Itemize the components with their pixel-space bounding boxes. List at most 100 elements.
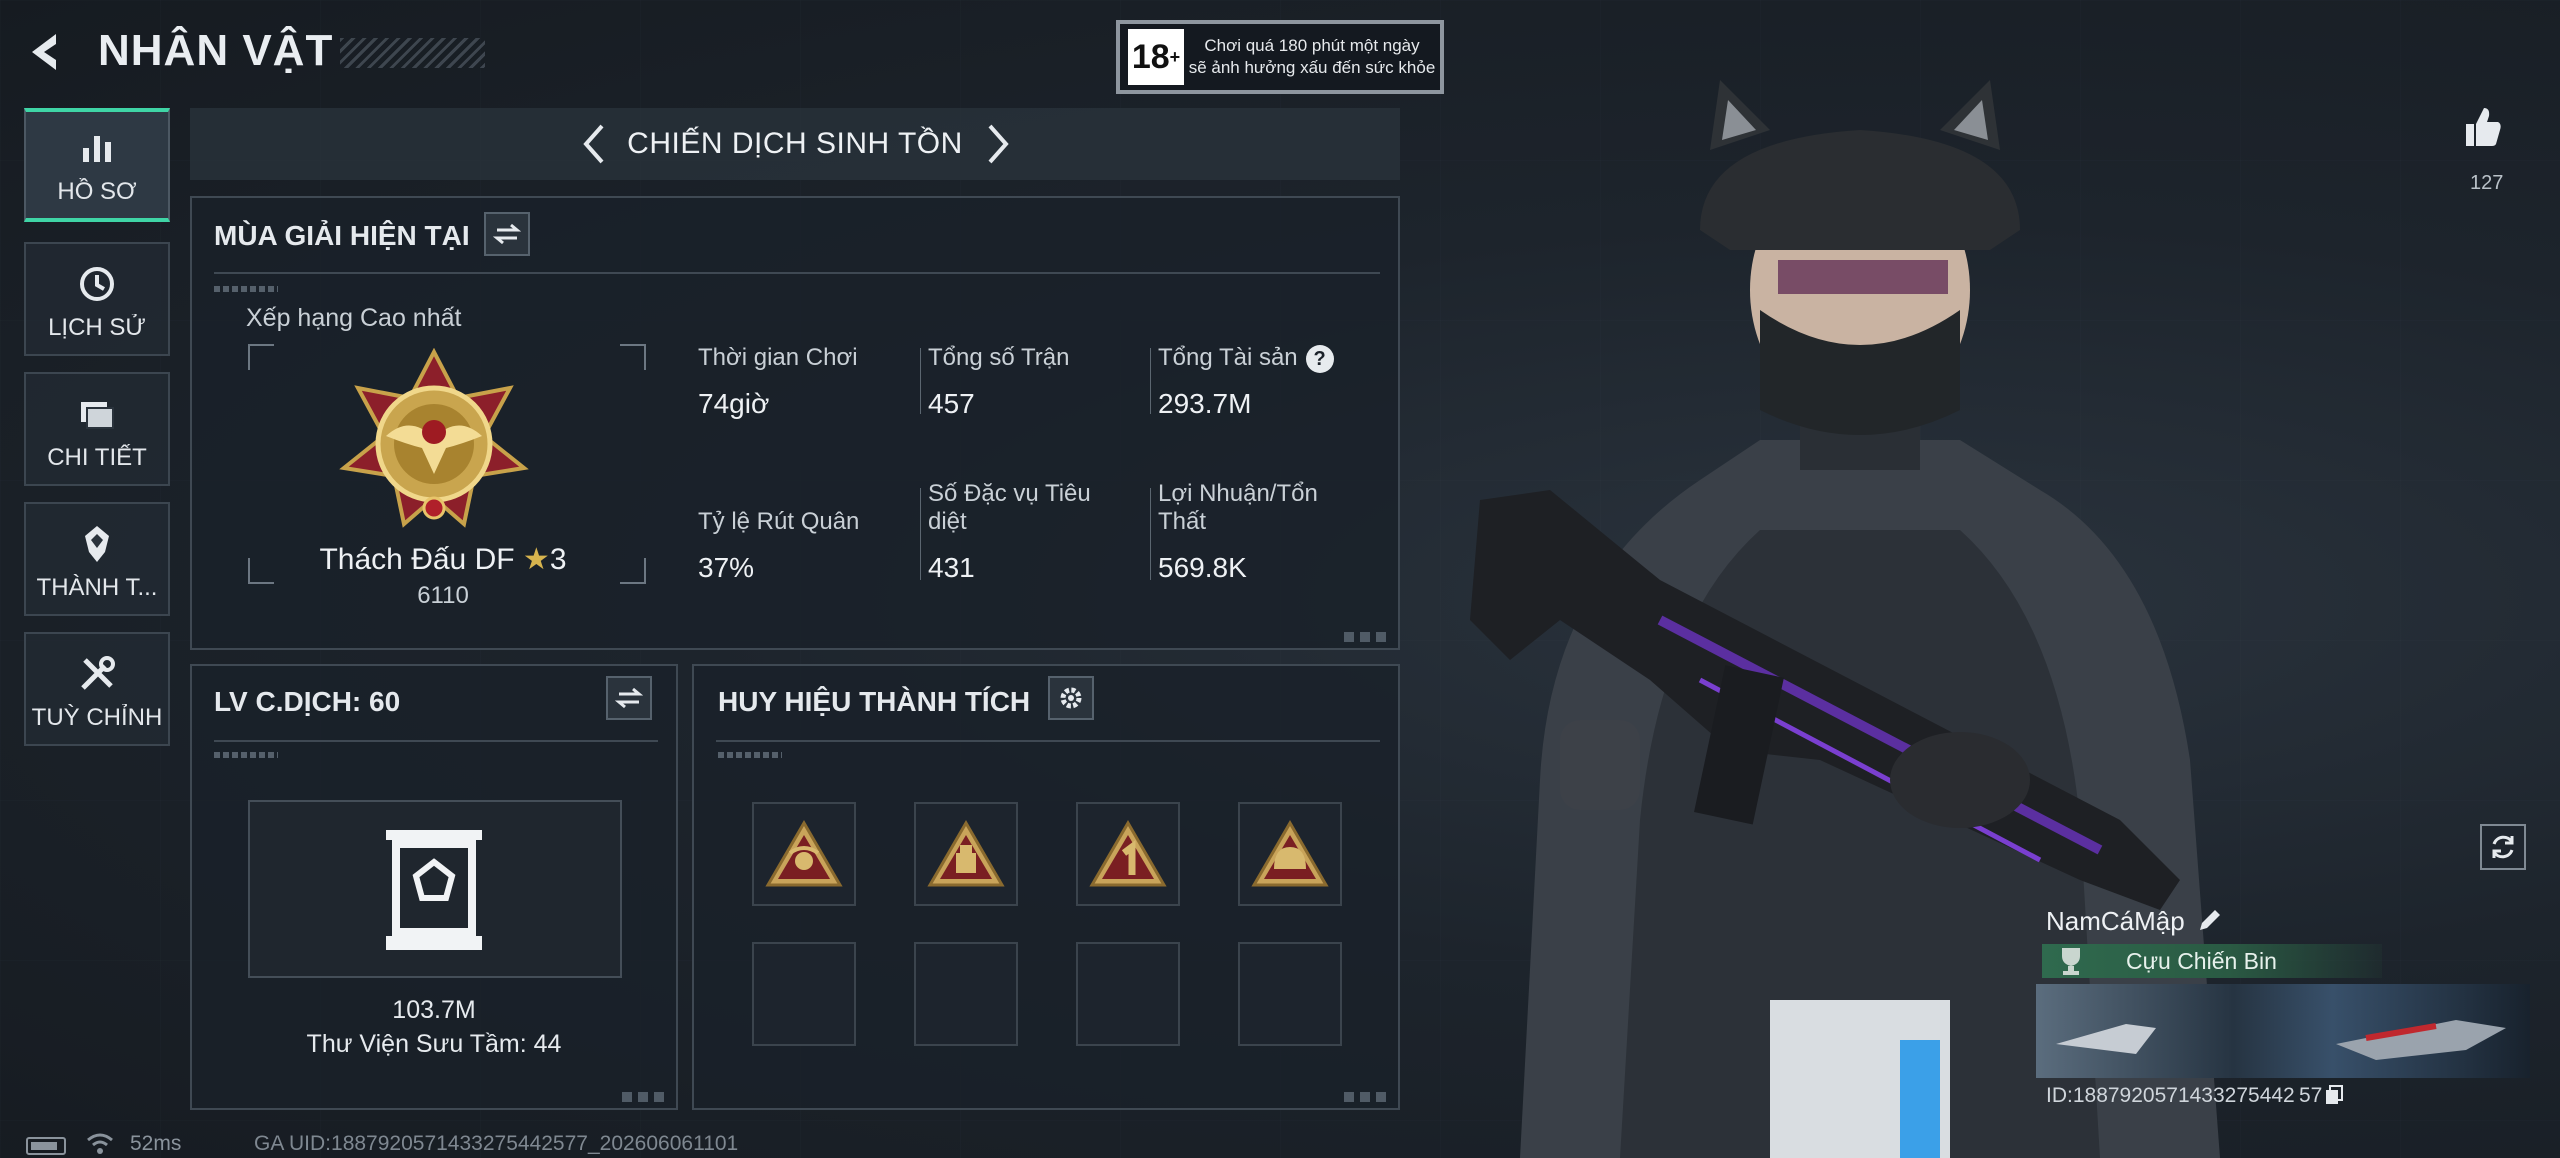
swap-icon	[493, 223, 521, 245]
decoration	[1344, 1092, 1390, 1102]
level-swap-button[interactable]	[606, 676, 652, 720]
frame-corner	[248, 344, 274, 370]
collection-display[interactable]	[248, 800, 622, 978]
ping-value: 52ms	[130, 1132, 182, 1155]
nav-history-label: LỊCH SỬ	[48, 314, 146, 341]
season-heading: MÙA GIẢI HIỆN TẠI	[214, 220, 470, 251]
nav-achievements[interactable]: THÀNH T...	[24, 502, 170, 616]
frame-corner	[248, 558, 274, 584]
swap-icon	[615, 687, 643, 709]
stat-value: 431	[928, 552, 975, 583]
badges-settings-button[interactable]	[1048, 676, 1094, 720]
nav-customize[interactable]: TUỲ CHỈNH	[24, 632, 170, 746]
next-mode-icon[interactable]	[974, 122, 1018, 166]
nav-customize-label: TUỲ CHỈNH	[31, 704, 163, 731]
title-text: Cựu Chiến Bin	[2126, 947, 2277, 974]
badge-helmet-icon	[1251, 820, 1329, 887]
badge-box-icon	[927, 820, 1005, 887]
divider	[1150, 348, 1151, 414]
frame-corner	[620, 344, 646, 370]
stat-label: Tổng số Trận	[928, 344, 1070, 371]
divider	[214, 740, 658, 742]
divider	[214, 272, 1380, 274]
copy-icon[interactable]	[2324, 1084, 2344, 1106]
badges-panel: HUY HIỆU THÀNH TÍCH	[692, 664, 1400, 1110]
stat-label: Số Đặc vụ Tiêu diệt	[928, 480, 1091, 535]
divider	[920, 488, 921, 580]
divider	[1150, 488, 1151, 580]
badge-slot[interactable]	[914, 802, 1018, 906]
badges-heading: HUY HIỆU THÀNH TÍCH	[718, 686, 1031, 717]
badge-award-icon	[765, 820, 843, 887]
refresh-icon	[2492, 835, 2514, 859]
rank-name: Thách Đấu DF	[319, 543, 515, 576]
like-count: 127	[2470, 172, 2504, 194]
nav-profile[interactable]: HỒ SƠ	[24, 108, 170, 222]
nav-history[interactable]: LỊCH SỬ	[24, 242, 170, 356]
nav-achievements-label: THÀNH T...	[36, 574, 158, 601]
rank-points: 6110	[417, 582, 469, 609]
stat-label: Tỷ lệ Rút Quân	[698, 508, 860, 535]
divider	[920, 348, 921, 414]
collection-count: Thư Viện Sưu Tầm: 44	[306, 1030, 562, 1058]
stat-value: 74giờ	[698, 388, 770, 419]
history-icon	[80, 267, 114, 301]
player-uid: ID:1887920571433275442 57	[2046, 1084, 2323, 1107]
player-name: NamCáMập	[2046, 906, 2185, 936]
decoration	[214, 752, 278, 758]
rank-name-row: Thách Đấu DF ★3	[278, 542, 608, 577]
prev-mode-icon[interactable]	[574, 122, 618, 166]
badge-slot-empty[interactable]	[914, 942, 1018, 1046]
star-icon: ★	[522, 543, 550, 576]
decoration	[214, 286, 278, 292]
stat-value: 293.7M	[1158, 388, 1252, 419]
gear-icon	[1060, 687, 1082, 709]
ga-uid: GA UID:1887920571433275442577_2026060611…	[254, 1132, 739, 1155]
page-title: NHÂN VẬT	[98, 26, 334, 75]
season-swap-button[interactable]	[484, 212, 530, 256]
stat-value: 37%	[698, 552, 755, 583]
rank-stars: 3	[549, 543, 567, 576]
badge-slot[interactable]	[1076, 802, 1180, 906]
badge-slot-empty[interactable]	[1076, 942, 1180, 1046]
level-panel: LV C.DỊCH: 60 103.7M Thư Viện Sưu Tầm: 4…	[190, 664, 678, 1110]
badge-slot-empty[interactable]	[752, 942, 856, 1046]
thumbs-up-icon[interactable]	[2462, 104, 2502, 148]
rotate-button[interactable]	[2480, 824, 2526, 870]
decoration	[718, 752, 782, 758]
best-rank-label: Xếp hạng Cao nhất	[246, 304, 462, 332]
tools-icon	[81, 656, 115, 690]
rank-emblem-icon	[339, 348, 529, 528]
edit-pencil-icon[interactable]	[2196, 906, 2224, 934]
title-decoration	[340, 38, 485, 68]
nav-details[interactable]: CHI TIẾT	[24, 372, 170, 486]
nav-profile-label: HỒ SƠ	[57, 178, 137, 205]
help-icon[interactable]: ?	[1305, 344, 1334, 373]
season-panel: MÙA GIẢI HIỆN TẠI Xếp hạng Cao nhất Thác…	[190, 196, 1400, 650]
back-arrow-icon[interactable]	[26, 30, 70, 74]
level-value: 103.7M	[392, 996, 476, 1024]
age-rating-badge: 18 +	[1128, 29, 1184, 85]
stat-value: 457	[928, 388, 975, 419]
folder-icon	[81, 402, 114, 429]
bar-chart-icon	[83, 136, 111, 162]
stat-label: Thời gian Chơi	[698, 344, 858, 371]
stat-label: Lợi Nhuận/Tổn Thất	[1158, 480, 1318, 535]
decoration	[622, 1092, 668, 1102]
achievement-icon	[85, 526, 109, 562]
badge-slot[interactable]	[752, 802, 856, 906]
nav-details-label: CHI TIẾT	[47, 444, 147, 471]
stat-value: 569.8K	[1158, 552, 1247, 583]
badge-slot-empty[interactable]	[1238, 942, 1342, 1046]
wifi-icon	[87, 1133, 113, 1154]
mode-selector: CHIẾN DỊCH SINH TỒN	[190, 108, 1400, 180]
badge-slot[interactable]	[1238, 802, 1342, 906]
frame-corner	[620, 558, 646, 584]
title-tag[interactable]: Cựu Chiến Bin	[2042, 944, 2382, 978]
decoration	[1344, 632, 1390, 642]
badge-first-place-icon	[1089, 820, 1167, 887]
trophy-icon	[2062, 948, 2080, 975]
age-warning: 18 + Chơi quá 180 phút một ngày sẽ ảnh hư…	[1116, 20, 1444, 94]
battery-icon	[26, 1137, 66, 1155]
weapon-showcase-card[interactable]	[2036, 984, 2530, 1078]
